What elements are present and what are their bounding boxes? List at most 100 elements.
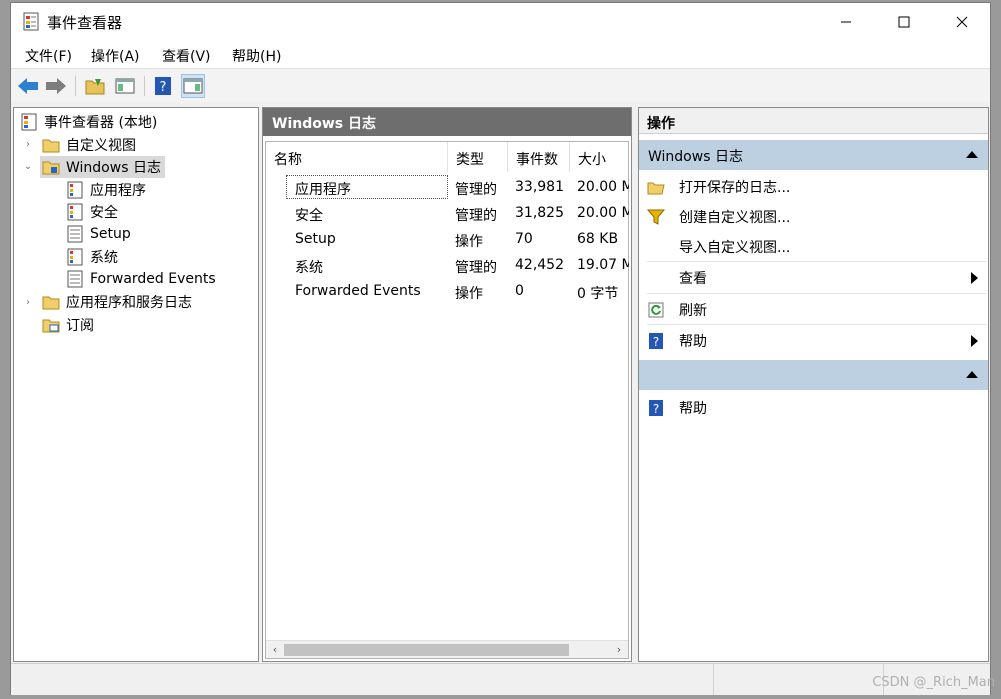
- scrollbar-thumb[interactable]: [284, 644, 569, 656]
- pane-header: Windows 日志: [263, 108, 631, 136]
- action-open-saved-log[interactable]: 打开保存的日志...: [639, 172, 988, 202]
- expand-arrow-icon[interactable]: ›: [22, 139, 34, 151]
- event-viewer-icon: [21, 113, 37, 131]
- help-button[interactable]: ?: [151, 74, 175, 98]
- action-label: 打开保存的日志...: [679, 180, 791, 196]
- toolbar-separator: [75, 76, 76, 96]
- divider: [647, 324, 987, 325]
- svg-text:?: ?: [160, 80, 167, 95]
- menu-file[interactable]: 文件(F): [25, 46, 72, 66]
- menu-help[interactable]: 帮助(H): [232, 46, 281, 66]
- cell-count: 0: [515, 283, 524, 299]
- menu-view[interactable]: 查看(V): [162, 46, 211, 66]
- back-button[interactable]: [16, 74, 40, 98]
- tree-item-label: 自定义视图: [66, 138, 136, 154]
- cell-count: 70: [515, 231, 533, 247]
- column-header-type[interactable]: 类型: [448, 142, 508, 172]
- cell-name: 系统: [295, 260, 323, 276]
- tree-item-windows-logs[interactable]: Windows 日志: [40, 156, 165, 178]
- divider: [647, 261, 987, 262]
- tree-item-system[interactable]: 系统: [66, 246, 118, 268]
- action-refresh[interactable]: 刷新: [639, 295, 988, 325]
- tree-item-custom-views[interactable]: 自定义视图: [42, 134, 136, 156]
- log-icon: [67, 181, 83, 199]
- title-bar: 事件查看器: [11, 3, 990, 41]
- column-header-size[interactable]: 大小: [570, 142, 630, 172]
- tree-item-app-service-logs[interactable]: 应用程序和服务日志: [42, 291, 192, 313]
- action-label: 帮助: [679, 401, 707, 417]
- log-icon: [67, 248, 83, 266]
- collapse-up-icon[interactable]: [966, 371, 978, 378]
- refresh-icon: [648, 302, 664, 318]
- cell-type: 操作: [455, 286, 483, 302]
- status-bar: [11, 663, 990, 695]
- tree-item-label: Windows 日志: [66, 160, 161, 176]
- toolbar-separator: [144, 76, 145, 96]
- scroll-left-icon[interactable]: ‹: [268, 643, 282, 657]
- collapse-arrow-icon[interactable]: ⌄: [22, 161, 34, 173]
- submenu-arrow-icon: [971, 272, 978, 284]
- cell-count: 33,981: [515, 179, 564, 195]
- help-icon: ?: [155, 77, 171, 95]
- submenu-arrow-icon: [971, 335, 978, 347]
- cell-size: 0 字节: [577, 286, 619, 302]
- divider: [647, 293, 987, 294]
- tree-item-label: 应用程序: [90, 183, 146, 199]
- horizontal-scrollbar[interactable]: ‹ ›: [266, 640, 628, 658]
- tree-item-setup[interactable]: Setup: [66, 223, 131, 245]
- action-create-custom-view[interactable]: 创建自定义视图...: [639, 202, 988, 232]
- back-arrow-icon: [18, 78, 38, 94]
- column-header-count[interactable]: 事件数: [508, 142, 570, 172]
- cell-name: 安全: [295, 208, 323, 224]
- forward-button[interactable]: [44, 74, 68, 98]
- open-folder-icon: [85, 79, 105, 95]
- action-help-2[interactable]: ? 帮助: [639, 393, 988, 423]
- expand-arrow-icon[interactable]: ›: [22, 297, 34, 309]
- action-import-custom-view[interactable]: 导入自定义视图...: [639, 232, 988, 262]
- action-pane-icon: [183, 78, 203, 94]
- folder-icon: [42, 161, 60, 175]
- cell-name: 应用程序: [295, 182, 351, 198]
- log-list: 名称 类型 事件数 大小 应用程序 管理的 33,981 20.00 M 安全 …: [265, 141, 629, 659]
- maximize-button[interactable]: [875, 3, 933, 41]
- cell-type: 管理的: [455, 208, 497, 224]
- tree-item-forwarded-events[interactable]: Forwarded Events: [66, 268, 216, 290]
- minimize-icon: [841, 21, 851, 23]
- window-title: 事件查看器: [47, 14, 123, 32]
- toolbar: ?: [11, 70, 990, 102]
- tree-item-application[interactable]: 应用程序: [66, 179, 146, 201]
- scroll-right-icon[interactable]: ›: [612, 643, 626, 657]
- show-pane-button[interactable]: [113, 74, 137, 98]
- svg-text:?: ?: [653, 402, 659, 416]
- minimize-button[interactable]: [817, 3, 875, 41]
- actions-section-windows-logs[interactable]: Windows 日志: [639, 140, 988, 170]
- open-button[interactable]: [83, 74, 107, 98]
- cell-name: Setup: [295, 231, 336, 247]
- tree-item-label: 事件查看器 (本地): [44, 115, 158, 131]
- action-view[interactable]: 查看: [639, 263, 988, 293]
- close-button[interactable]: [933, 3, 991, 41]
- event-viewer-window: 事件查看器 文件(F) 操作(A) 查看(V) 帮助(H) ? 事件查看器 (本…: [10, 2, 991, 695]
- action-pane-button[interactable]: [181, 74, 205, 98]
- close-icon: [956, 16, 968, 28]
- menu-action[interactable]: 操作(A): [91, 46, 140, 66]
- section-label: Windows 日志: [648, 149, 743, 165]
- tree-item-security[interactable]: 安全: [66, 201, 118, 223]
- folder-icon: [42, 139, 60, 153]
- actions-title: 操作: [639, 108, 988, 134]
- help-icon: ?: [649, 333, 663, 349]
- cell-size: 19.07 M: [577, 257, 629, 273]
- open-folder-icon: [647, 182, 665, 195]
- actions-section-2[interactable]: [639, 360, 988, 390]
- tree-item-label: 订阅: [66, 318, 94, 334]
- column-header-name[interactable]: 名称: [266, 142, 448, 172]
- cell-size: 68 KB: [577, 231, 619, 247]
- action-help[interactable]: ? 帮助: [639, 326, 988, 356]
- tree-item-subscriptions[interactable]: 订阅: [42, 314, 94, 336]
- log-icon: [67, 203, 83, 221]
- tree-item-root[interactable]: 事件查看器 (本地): [20, 111, 157, 133]
- action-label: 刷新: [679, 303, 707, 319]
- filter-icon: [647, 209, 665, 225]
- collapse-up-icon[interactable]: [966, 151, 978, 158]
- svg-text:?: ?: [653, 335, 659, 349]
